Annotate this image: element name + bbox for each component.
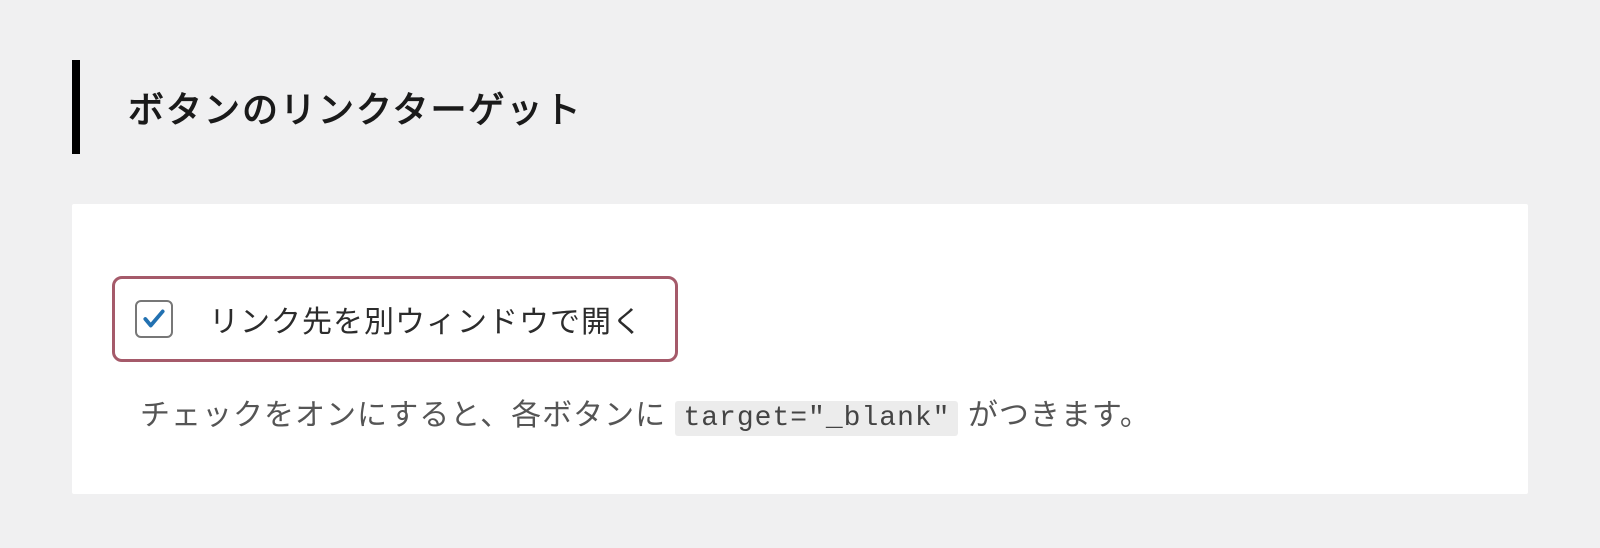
section-title: ボタンのリンクターゲット — [128, 81, 583, 133]
description-code: target="_blank" — [675, 401, 958, 436]
setting-description: チェックをオンにすると、各ボタンに target="_blank" がつきます。 — [112, 390, 1488, 434]
checkbox-label: リンク先を別ウィンドウで開く — [209, 297, 643, 341]
description-text-after: がつきます。 — [958, 399, 1150, 432]
checkbox-row[interactable]: リンク先を別ウィンドウで開く — [112, 276, 678, 362]
check-icon — [141, 306, 167, 332]
checkbox-open-new-window[interactable] — [135, 300, 173, 338]
description-text-before: チェックをオンにすると、各ボタンに — [140, 399, 675, 432]
section-title-bar — [72, 60, 80, 154]
settings-card: リンク先を別ウィンドウで開く チェックをオンにすると、各ボタンに target=… — [72, 204, 1528, 494]
section-header: ボタンのリンクターゲット — [0, 0, 1600, 154]
